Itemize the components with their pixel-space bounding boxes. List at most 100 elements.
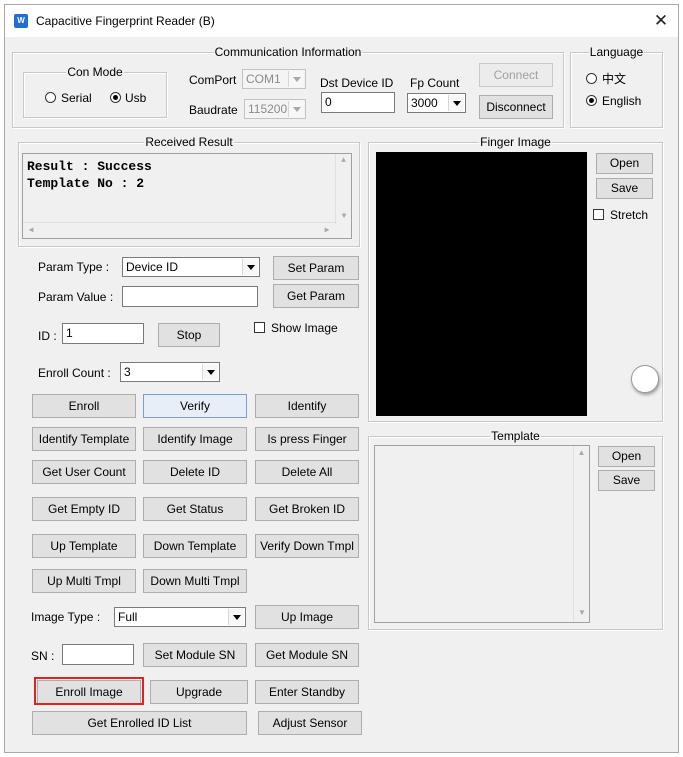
language-group: Language [570,45,663,128]
adjust-sensor-button[interactable]: Adjust Sensor [258,711,362,735]
vertical-scrollbar[interactable]: ▲ ▼ [335,154,351,224]
image-type-label: Image Type : [31,610,101,624]
vertical-scrollbar[interactable]: ▲ ▼ [573,446,589,622]
up-image-button[interactable]: Up Image [255,605,359,629]
param-value-input[interactable] [122,286,258,307]
fp-count-value: 3000 [411,96,438,110]
highlight-box [34,677,144,705]
get-param-button[interactable]: Get Param [273,284,359,308]
stop-button[interactable]: Stop [158,323,220,347]
param-type-select[interactable]: Device ID [122,257,260,277]
image-type-value: Full [118,610,138,624]
scroll-left-icon[interactable]: ◀ [25,224,37,238]
template-list[interactable]: ▲ ▼ [374,445,590,623]
close-icon[interactable]: ✕ [650,10,672,32]
upgrade-button[interactable]: Upgrade [150,680,248,704]
baudrate-label: Baudrate [189,103,238,117]
enroll-count-label: Enroll Count : [38,366,111,380]
usb-radio[interactable] [110,92,121,103]
verify-down-tmpl-button[interactable]: Verify Down Tmpl [255,534,359,558]
identify-button[interactable]: Identify [255,394,359,418]
enroll-count-value: 3 [124,365,131,379]
chevron-down-icon [288,71,304,87]
scroll-up-icon[interactable]: ▲ [336,154,351,168]
round-knob[interactable] [631,365,659,393]
serial-label[interactable]: Serial [61,91,92,105]
param-value-label: Param Value : [38,290,114,304]
down-multi-tmpl-button[interactable]: Down Multi Tmpl [143,569,247,593]
set-param-button[interactable]: Set Param [273,256,359,280]
scroll-right-icon[interactable]: ▶ [321,224,333,238]
chinese-radio[interactable] [586,73,597,84]
is-press-finger-button[interactable]: Is press Finger [255,427,359,451]
fp-count-select[interactable]: 3000 [407,93,466,113]
id-input[interactable]: 1 [62,323,144,344]
delete-all-button[interactable]: Delete All [255,460,359,484]
window-title: Capacitive Fingerprint Reader (B) [36,14,215,28]
set-module-sn-button[interactable]: Set Module SN [143,643,247,667]
english-label[interactable]: English [602,94,641,108]
horizontal-scrollbar[interactable]: ◀ ▶ [23,222,335,238]
fp-count-label: Fp Count [410,76,460,90]
con-mode-legend: Con Mode [66,65,124,79]
chevron-down-icon [288,101,304,117]
chinese-label[interactable]: 中文 [602,72,626,86]
communication-legend: Communication Information [213,45,363,59]
app-icon: W [14,14,28,28]
up-template-button[interactable]: Up Template [32,534,136,558]
serial-radio[interactable] [45,92,56,103]
get-enrolled-id-list-button[interactable]: Get Enrolled ID List [32,711,247,735]
id-label: ID : [38,329,57,343]
show-image-checkbox[interactable] [254,322,265,333]
get-broken-id-button[interactable]: Get Broken ID [255,497,359,521]
connect-button[interactable]: Connect [479,63,553,87]
comport-label: ComPort [189,73,237,87]
received-result-text[interactable]: Result : Success Template No : 2 ▲ ▼ ◀ ▶ [22,153,352,239]
enroll-button[interactable]: Enroll [32,394,136,418]
finger-image-legend: Finger Image [479,135,552,149]
disconnect-button[interactable]: Disconnect [479,95,553,119]
finger-save-button[interactable]: Save [596,178,653,199]
chevron-down-icon [242,259,258,275]
received-result-legend: Received Result [144,135,234,149]
scroll-down-icon[interactable]: ▼ [336,210,352,224]
identify-template-button[interactable]: Identify Template [32,427,136,451]
result-line: Result : Success [27,159,152,174]
image-type-select[interactable]: Full [114,607,246,627]
sn-input[interactable] [62,644,134,665]
stretch-checkbox[interactable] [593,209,604,220]
sn-label: SN : [31,649,55,663]
enter-standby-button[interactable]: Enter Standby [255,680,359,704]
param-type-value: Device ID [126,260,179,274]
finger-open-button[interactable]: Open [596,153,653,174]
template-save-button[interactable]: Save [598,470,655,491]
result-line: Template No : 2 [27,176,145,191]
scroll-up-icon[interactable]: ▲ [574,446,589,460]
finger-image-view [376,152,587,416]
param-type-label: Param Type : [38,260,110,274]
down-template-button[interactable]: Down Template [143,534,247,558]
verify-button[interactable]: Verify [143,394,247,418]
usb-label[interactable]: Usb [125,91,146,105]
up-multi-tmpl-button[interactable]: Up Multi Tmpl [32,569,136,593]
get-empty-id-button[interactable]: Get Empty ID [32,497,136,521]
enroll-count-select[interactable]: 3 [120,362,220,382]
language-legend: Language [588,45,645,59]
comport-select: COM1 [242,69,306,89]
show-image-label[interactable]: Show Image [271,321,338,335]
identify-image-button[interactable]: Identify Image [143,427,247,451]
stretch-label[interactable]: Stretch [610,208,648,222]
comport-value: COM1 [246,72,281,86]
chevron-down-icon [202,364,218,380]
delete-id-button[interactable]: Delete ID [143,460,247,484]
template-open-button[interactable]: Open [598,446,655,467]
dst-device-id-input[interactable]: 0 [321,92,395,113]
get-status-button[interactable]: Get Status [143,497,247,521]
english-radio[interactable] [586,95,597,106]
get-user-count-button[interactable]: Get User Count [32,460,136,484]
template-legend: Template [490,429,541,443]
baudrate-value: 115200 [248,102,288,116]
scroll-down-icon[interactable]: ▼ [574,606,590,620]
chevron-down-icon [228,609,244,625]
get-module-sn-button[interactable]: Get Module SN [255,643,359,667]
